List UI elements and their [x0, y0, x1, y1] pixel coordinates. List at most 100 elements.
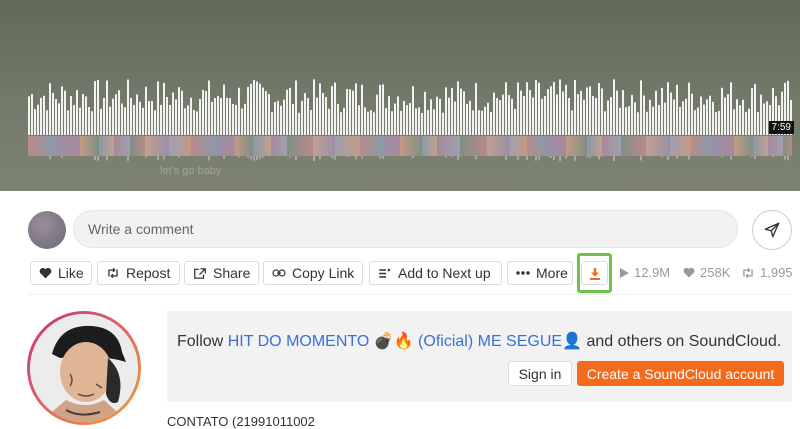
- comment-input[interactable]: [88, 221, 723, 237]
- timed-comment-avatar[interactable]: [783, 136, 792, 156]
- timed-comment-avatar[interactable]: [621, 136, 646, 156]
- timed-comment-avatar[interactable]: [287, 136, 313, 156]
- waveform-bar: [394, 103, 396, 135]
- waveform-bar: [715, 112, 717, 135]
- timed-comments-strip[interactable]: [28, 136, 792, 156]
- waveform-bar: [760, 94, 762, 135]
- create-account-button[interactable]: Create a SoundCloud account: [577, 361, 784, 386]
- timed-comment-avatar[interactable]: [487, 136, 509, 156]
- waveform-bar: [520, 90, 522, 135]
- timed-comment-avatar[interactable]: [527, 136, 545, 156]
- waveform-bar: [469, 100, 471, 135]
- add-to-next-up-button[interactable]: Add to Next up: [369, 261, 502, 285]
- timed-comment-avatar[interactable]: [691, 136, 712, 156]
- waveform-bar: [658, 105, 660, 135]
- timed-comment-avatar[interactable]: [383, 136, 400, 156]
- waveform-bar: [325, 97, 327, 135]
- timed-comment-avatar[interactable]: [169, 136, 191, 156]
- follow-message: Follow HIT DO MOMENTO 💣🔥 (Oficial) ME SE…: [177, 331, 781, 351]
- waveform-bar: [400, 110, 402, 135]
- timed-comment-avatar[interactable]: [253, 136, 271, 156]
- artist-photo: [30, 314, 138, 422]
- waveform-bar: [46, 110, 48, 135]
- download-button[interactable]: [581, 261, 608, 285]
- waveform-bar: [688, 82, 690, 135]
- waveform-bar: [310, 109, 312, 135]
- timed-comment-avatar[interactable]: [114, 136, 130, 156]
- timed-comment-avatar[interactable]: [191, 136, 218, 156]
- timed-comment-avatar[interactable]: [646, 136, 670, 156]
- artist-link[interactable]: HIT DO MOMENTO 💣🔥 (Oficial) ME SEGUE👤: [228, 333, 582, 350]
- timed-comment-avatar[interactable]: [218, 136, 235, 156]
- waveform-bar: [703, 104, 705, 135]
- sign-in-button[interactable]: Sign in: [508, 361, 572, 386]
- divider: [28, 294, 792, 295]
- waveform-bar: [439, 98, 441, 135]
- more-button[interactable]: More: [507, 261, 573, 285]
- waveform-bar: [109, 106, 111, 135]
- timed-comment-avatar[interactable]: [28, 136, 55, 156]
- waveform-bar: [61, 86, 63, 135]
- waveform-bar: [148, 101, 150, 135]
- repost-button[interactable]: Repost: [97, 261, 180, 285]
- timed-comment-avatar[interactable]: [335, 136, 360, 156]
- waveform-bar: [49, 83, 51, 135]
- waveform-bar: [559, 79, 561, 135]
- share-button[interactable]: Share: [184, 261, 259, 285]
- timed-comment-avatar[interactable]: [130, 136, 145, 156]
- waveform-bar: [538, 82, 540, 135]
- waveform-bar: [616, 90, 618, 135]
- timed-comment-avatar[interactable]: [566, 136, 587, 156]
- timed-comment-avatar[interactable]: [313, 136, 335, 156]
- link-icon: [272, 266, 286, 280]
- track-description: CONTATO (21991011002: [167, 414, 315, 429]
- waveform-bar: [664, 102, 666, 135]
- timed-comment-avatar[interactable]: [360, 136, 383, 156]
- waveform-bar: [382, 84, 384, 135]
- timed-comment-avatar[interactable]: [753, 136, 768, 156]
- timed-comment-avatar[interactable]: [734, 136, 753, 156]
- waveform-bar: [142, 107, 144, 135]
- send-comment-button[interactable]: [752, 210, 792, 250]
- waveform-bar: [136, 94, 138, 135]
- comment-field[interactable]: [73, 210, 738, 248]
- timed-comment-avatar[interactable]: [437, 136, 460, 156]
- timed-comment-avatar[interactable]: [545, 136, 566, 156]
- more-label: More: [536, 265, 568, 281]
- timed-comment-avatar[interactable]: [422, 136, 437, 156]
- copy-link-button[interactable]: Copy Link: [263, 261, 363, 285]
- timed-comment-avatar[interactable]: [145, 136, 169, 156]
- waveform-bar: [523, 96, 525, 135]
- waveform-bar: [175, 99, 177, 135]
- timed-comment-avatar[interactable]: [460, 136, 487, 156]
- waveform-bar: [349, 89, 351, 135]
- timed-comment-avatar[interactable]: [670, 136, 691, 156]
- waveform-bar: [742, 99, 744, 135]
- timed-comment-avatar[interactable]: [587, 136, 602, 156]
- timed-comment-avatar[interactable]: [712, 136, 734, 156]
- waveform-bar: [220, 98, 222, 135]
- waveform-bar: [730, 82, 732, 135]
- likes-count: 258K: [700, 265, 731, 280]
- waveform-bar: [241, 108, 243, 135]
- timed-comment-avatar[interactable]: [80, 136, 99, 156]
- waveform-bar: [139, 101, 141, 135]
- timed-comment-avatar[interactable]: [235, 136, 253, 156]
- timed-comment-avatar[interactable]: [400, 136, 422, 156]
- like-button[interactable]: Like: [30, 261, 92, 285]
- timed-comment-avatar[interactable]: [602, 136, 621, 156]
- timed-comment-avatar[interactable]: [55, 136, 80, 156]
- timed-comment-avatar[interactable]: [99, 136, 114, 156]
- waveform-bar: [511, 98, 513, 135]
- timed-comment-avatar[interactable]: [509, 136, 527, 156]
- waveform-bar: [460, 88, 462, 135]
- artist-avatar[interactable]: [27, 311, 141, 425]
- timed-comment-avatar[interactable]: [768, 136, 783, 156]
- waveform-bar: [262, 87, 264, 135]
- waveform-bar: [526, 82, 528, 135]
- timed-comment-avatar[interactable]: [271, 136, 287, 156]
- waveform-bar: [529, 89, 531, 135]
- waveform-bar: [193, 109, 195, 135]
- waveform-bar: [364, 107, 366, 135]
- waveform-bar: [322, 93, 324, 135]
